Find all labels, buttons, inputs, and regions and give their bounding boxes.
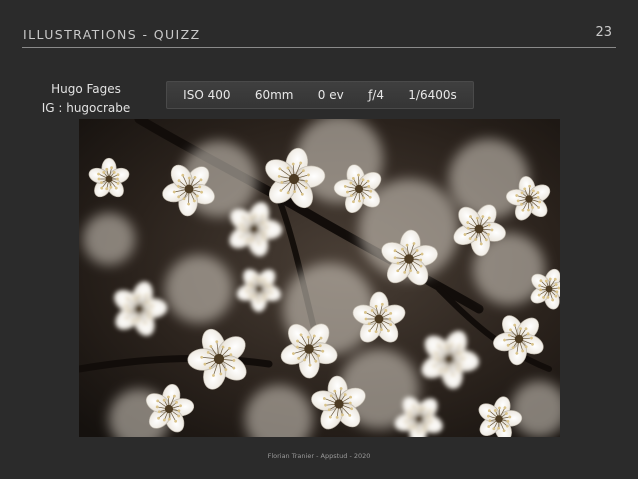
photo-credit: Hugo Fages IG : hugocrabe <box>26 80 146 118</box>
photographer-name: Hugo Fages <box>51 82 121 96</box>
exif-exposure-comp: 0 ev <box>317 88 344 102</box>
header-divider <box>22 47 616 48</box>
blossom-illustration <box>79 119 560 437</box>
blurred-blossom <box>83 213 135 265</box>
footer-text: Florian Tranier - Appstud - 2020 <box>267 452 371 460</box>
slide-title: ILLUSTRATIONS - QUIZZ <box>23 27 201 42</box>
exif-shutter: 1/6400s <box>408 88 457 102</box>
exif-aperture: ƒ/4 <box>368 88 384 102</box>
exif-bar: ISO 400 60mm 0 ev ƒ/4 1/6400s <box>166 81 474 109</box>
exif-iso: ISO 400 <box>183 88 231 102</box>
blurred-blossom <box>165 255 233 323</box>
exif-focal-length: 60mm <box>254 88 294 102</box>
page-number: 23 <box>595 25 612 40</box>
photographer-instagram: IG : hugocrabe <box>41 101 131 115</box>
blossom-photo <box>79 119 560 437</box>
